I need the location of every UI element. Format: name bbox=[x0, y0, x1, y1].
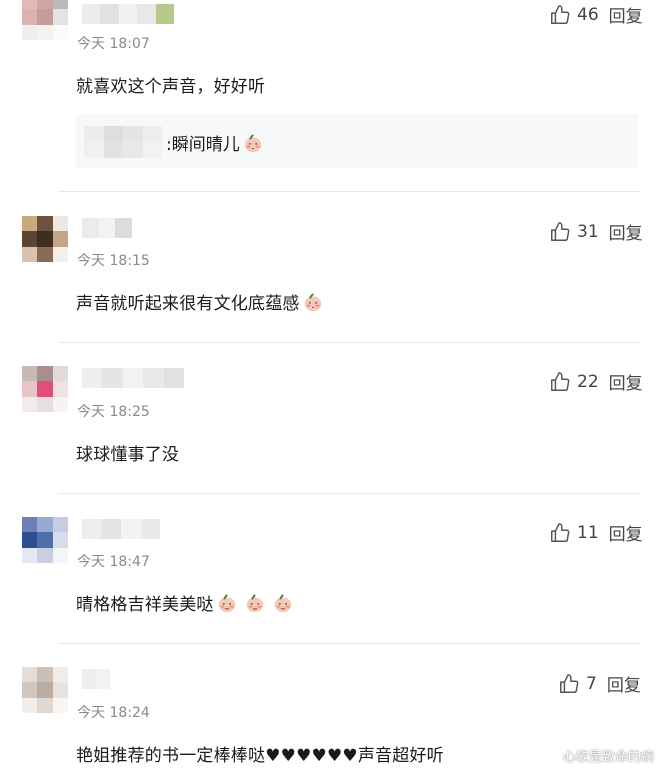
comment-text: 晴格格吉祥美美哒 bbox=[76, 590, 294, 615]
blushing-face-emoji bbox=[274, 594, 291, 613]
blushing-face-emoji bbox=[304, 293, 321, 312]
reply-link[interactable]: 回复 bbox=[609, 520, 643, 545]
thumbs-up-icon[interactable] bbox=[558, 673, 580, 695]
reply-link[interactable]: 回复 bbox=[609, 2, 643, 27]
comment-time: 今天 18:47 bbox=[77, 554, 150, 570]
like-count: 46 bbox=[577, 4, 599, 25]
blushing-face-emoji bbox=[244, 134, 261, 153]
like-count: 22 bbox=[577, 371, 599, 392]
reply-link[interactable]: 回复 bbox=[609, 369, 643, 394]
divider bbox=[58, 342, 640, 343]
comment-time: 今天 18:25 bbox=[77, 404, 150, 420]
username-blurred[interactable] bbox=[82, 218, 132, 238]
like-count: 11 bbox=[577, 522, 599, 543]
blushing-face-emoji bbox=[218, 594, 235, 613]
reply-text: :瞬间晴儿 bbox=[166, 130, 264, 155]
comment-time: 今天 18:15 bbox=[77, 253, 150, 269]
avatar[interactable] bbox=[22, 366, 68, 412]
comment-time: 今天 18:24 bbox=[77, 705, 150, 721]
thumbs-up-icon[interactable] bbox=[549, 522, 571, 544]
username-blurred[interactable] bbox=[82, 519, 160, 539]
username-blurred[interactable] bbox=[82, 4, 174, 24]
thumbs-up-icon[interactable] bbox=[549, 371, 571, 393]
divider bbox=[58, 493, 640, 494]
comment-text: 就喜欢这个声音，好好听 bbox=[76, 77, 266, 97]
like-button[interactable]: 7 回复 bbox=[558, 671, 641, 696]
comment-time: 今天 18:07 bbox=[77, 36, 150, 52]
like-button[interactable]: 31 回复 bbox=[549, 219, 643, 244]
avatar[interactable] bbox=[22, 0, 68, 40]
like-button[interactable]: 11 回复 bbox=[549, 520, 643, 545]
reply-preview[interactable]: :瞬间晴儿 bbox=[76, 114, 638, 168]
username-blurred[interactable] bbox=[82, 669, 110, 689]
avatar[interactable] bbox=[22, 216, 68, 262]
reply-link[interactable]: 回复 bbox=[607, 671, 641, 696]
avatar[interactable] bbox=[22, 517, 68, 563]
watermark-text: 心软是致命的病 bbox=[562, 750, 654, 765]
like-count: 7 bbox=[586, 673, 597, 694]
like-button[interactable]: 46 回复 bbox=[549, 2, 643, 27]
avatar[interactable] bbox=[22, 667, 68, 713]
comment-text: 球球懂事了没 bbox=[76, 445, 180, 465]
like-count: 31 bbox=[577, 221, 599, 242]
reply-link[interactable]: 回复 bbox=[609, 219, 643, 244]
username-blurred[interactable] bbox=[82, 368, 184, 388]
reply-username-blurred[interactable] bbox=[84, 126, 162, 158]
comment-text: 声音就听起来很有文化底蕴感 bbox=[76, 289, 324, 314]
divider bbox=[58, 643, 640, 644]
thumbs-up-icon[interactable] bbox=[549, 4, 571, 26]
like-button[interactable]: 22 回复 bbox=[549, 369, 643, 394]
blushing-face-emoji bbox=[246, 594, 263, 613]
divider bbox=[58, 191, 640, 192]
thumbs-up-icon[interactable] bbox=[549, 221, 571, 243]
comment-text: 艳姐推荐的书一定棒棒哒♥♥♥♥♥♥声音超好听 bbox=[76, 746, 444, 766]
